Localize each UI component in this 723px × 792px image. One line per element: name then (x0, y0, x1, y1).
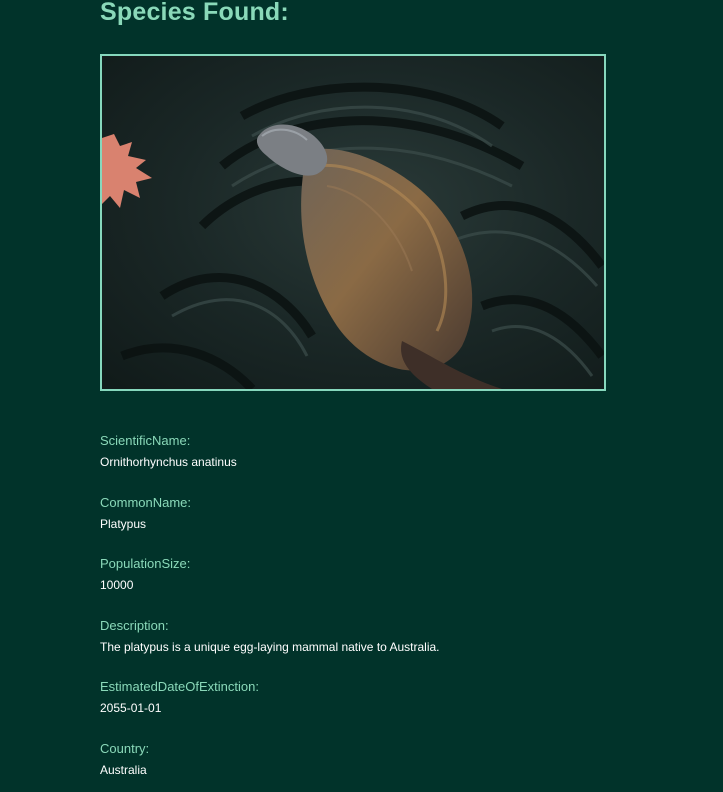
field-value: The platypus is a unique egg-laying mamm… (100, 639, 440, 654)
platypus-image (102, 56, 604, 389)
field-label: EstimatedDateOfExtinction: (100, 679, 259, 695)
species-details: ScientificName: Ornithorhynchus anatinus… (100, 433, 660, 792)
field-value: 2055-01-01 (100, 701, 162, 716)
field-extinction-date: EstimatedDateOfExtinction: 2055-01-01 (100, 679, 660, 741)
field-country: Country: Australia (100, 741, 660, 792)
field-common-name: CommonName: Platypus (100, 495, 660, 557)
field-description: Description: The platypus is a unique eg… (100, 618, 660, 680)
field-label: CommonName: (100, 494, 192, 510)
field-label: Description: (100, 617, 169, 633)
species-photo (100, 54, 606, 391)
page-title: Species Found: (100, 0, 289, 26)
field-value: Ornithorhynchus anatinus (100, 455, 237, 469)
field-value: 10000 (100, 578, 134, 593)
field-label: Country: (100, 740, 150, 756)
field-label: PopulationSize: (100, 556, 191, 572)
field-label: ScientificName: (100, 433, 191, 448)
field-value: Platypus (100, 516, 147, 531)
field-value: Australia (100, 762, 147, 777)
field-scientific-name: ScientificName: Ornithorhynchus anatinus (100, 433, 660, 495)
field-population-size: PopulationSize: 10000 (100, 556, 660, 618)
